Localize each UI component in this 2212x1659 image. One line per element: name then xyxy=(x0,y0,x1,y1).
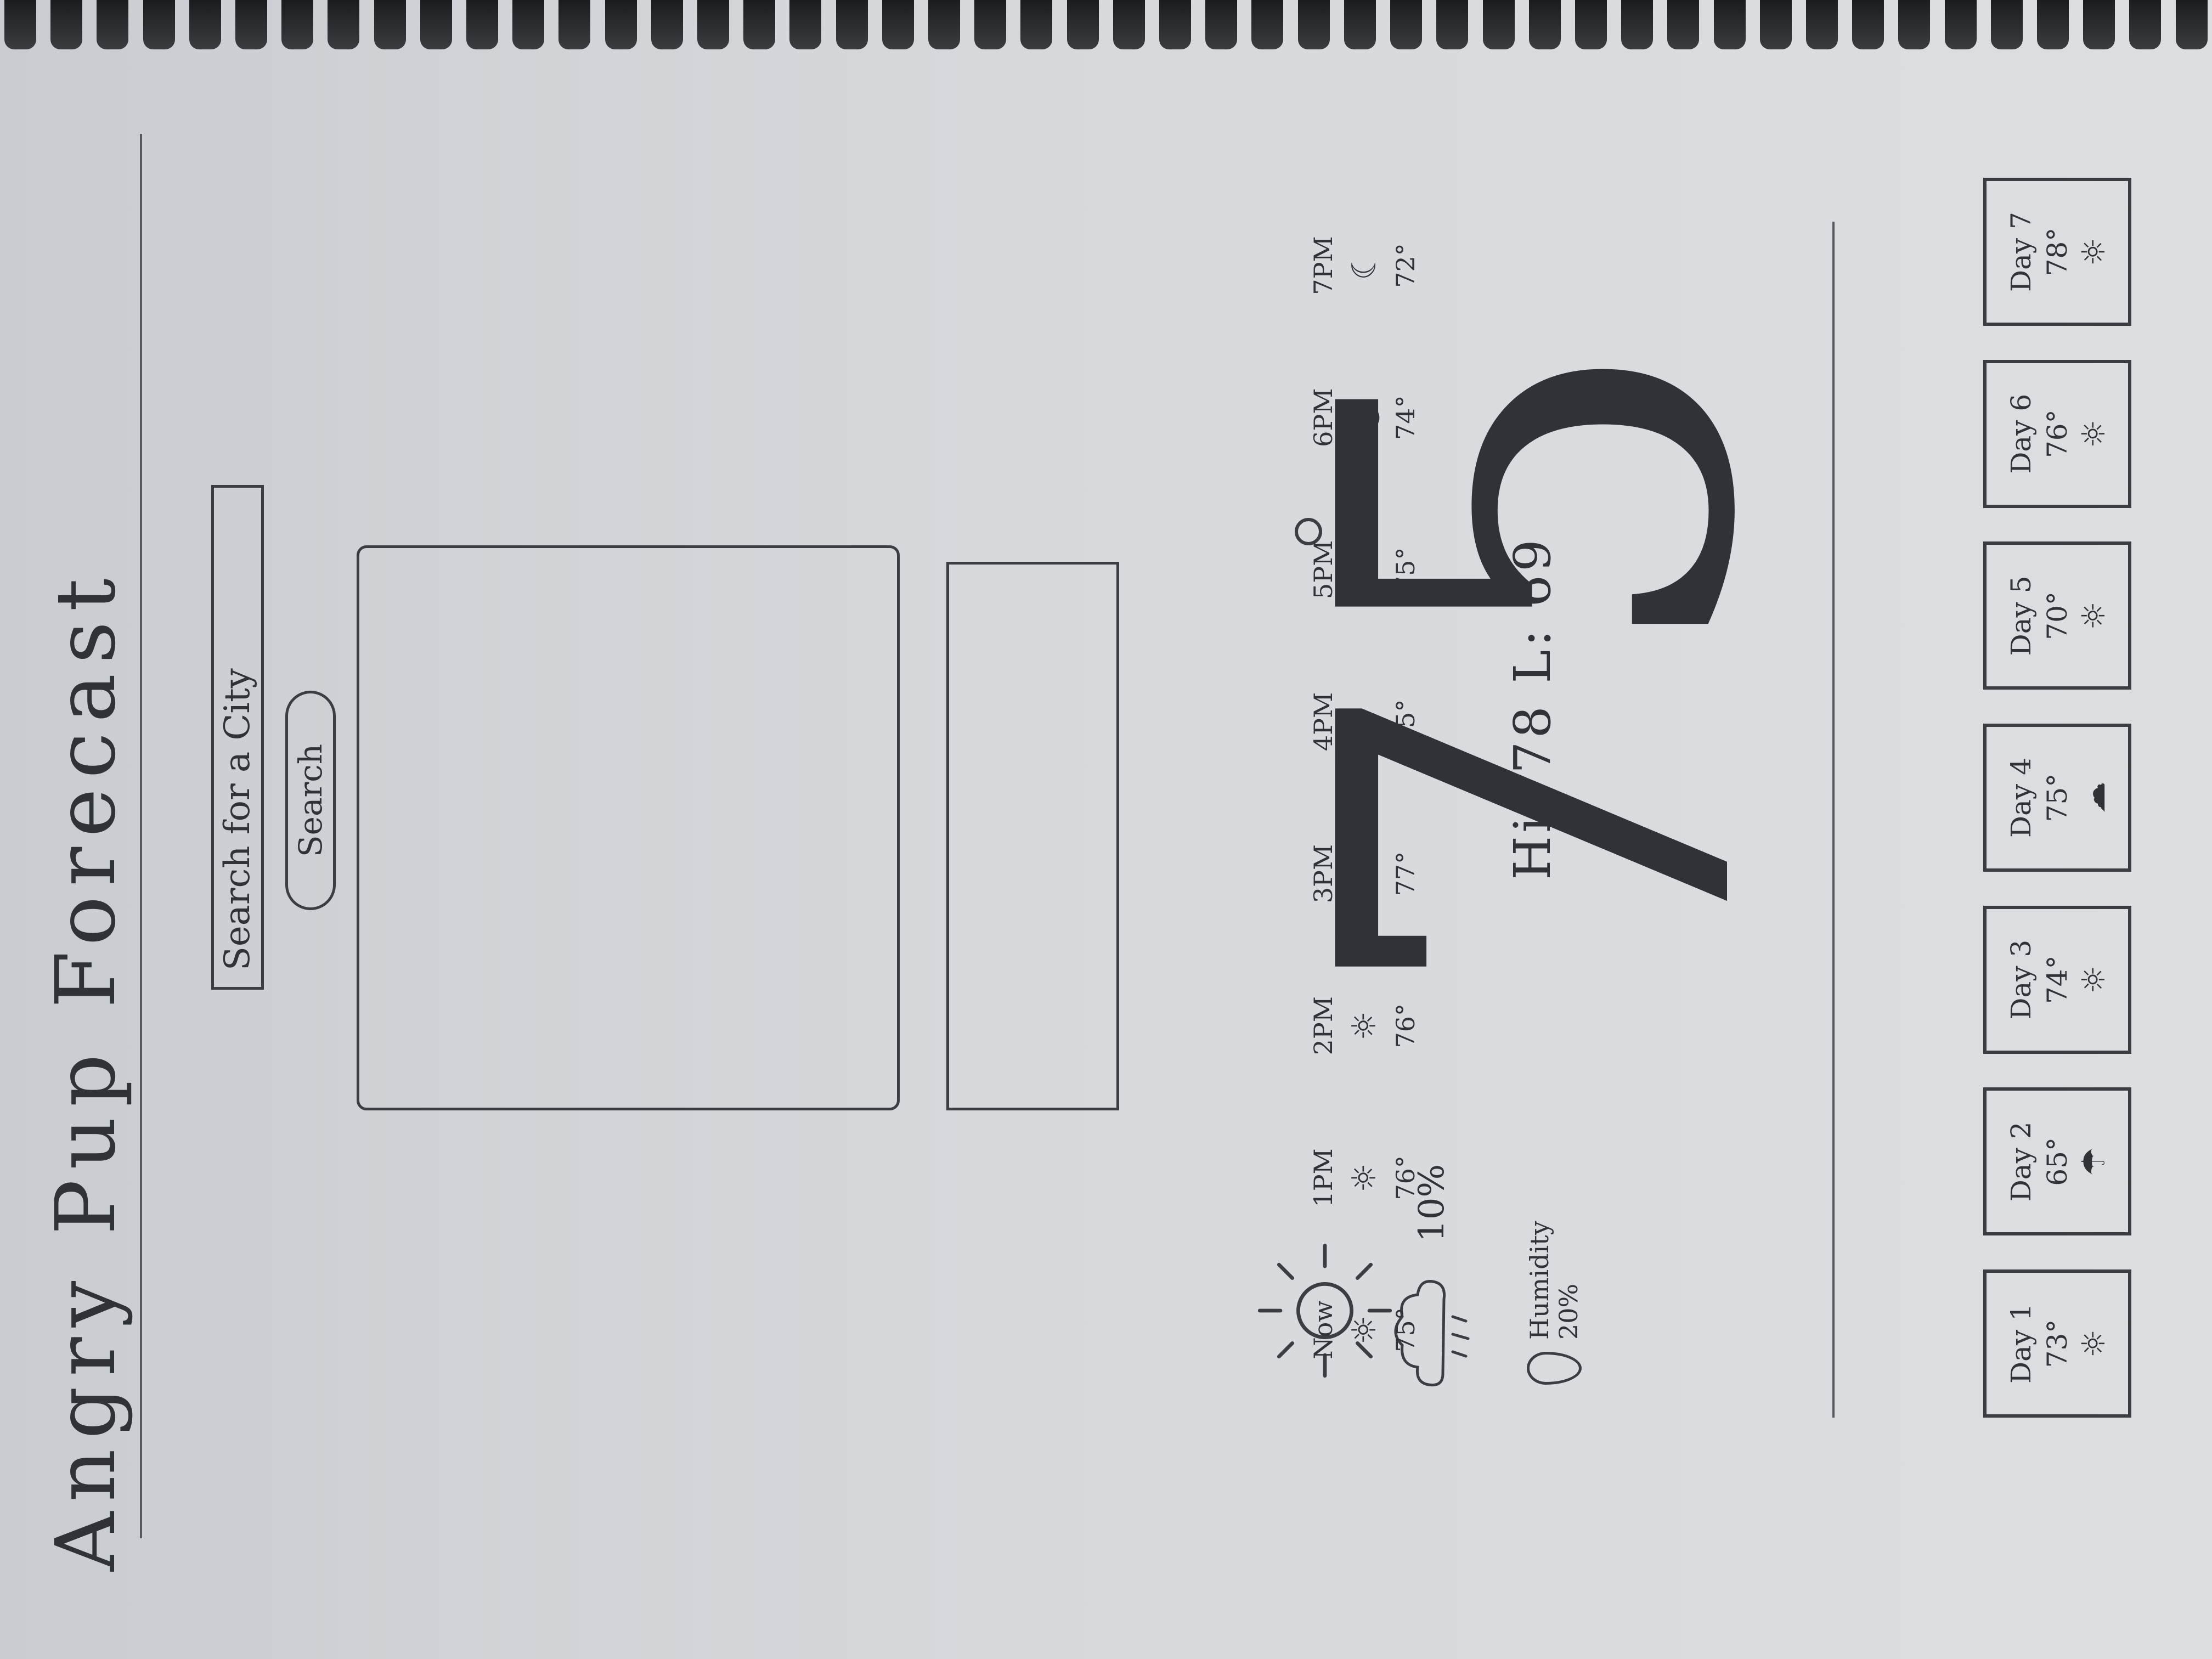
hourly-item: Now ☼ 75° xyxy=(1308,1286,1420,1374)
day-card[interactable]: Day 5 70° ☼ xyxy=(1983,541,2131,690)
day-label: Day 7 xyxy=(2005,212,2037,292)
search-button[interactable]: Search xyxy=(285,691,336,910)
hour-time: Now xyxy=(1308,1300,1338,1359)
sun-icon: ☼ xyxy=(2075,601,2112,630)
sun-icon: ☼ xyxy=(1345,1163,1384,1193)
hour-temp: 75° xyxy=(1391,699,1420,744)
app-title: Angry Pup Forecast xyxy=(38,568,134,1571)
day-label: Day 2 xyxy=(2005,1121,2037,1202)
sun-icon: ☼ xyxy=(1345,707,1384,737)
hourly-item: 1PM ☼ 76° xyxy=(1308,1134,1420,1222)
hour-temp: 77° xyxy=(1391,851,1420,896)
day-label: Day 3 xyxy=(2005,939,2037,1020)
hourly-forecast: Now ☼ 75° 1PM ☼ 76° 2PM ☼ 76° 3PM ☼ 77° 4PM ☼ 75° 5PM ☼ 7… xyxy=(1308,222,1420,1374)
secondary-content-panel xyxy=(946,562,1119,1110)
notebook-page: Angry Pup Forecast Search for a City Sea… xyxy=(0,0,2212,1659)
humidity-row: Humidity 20% xyxy=(1525,1221,1583,1385)
humidity-label: Humidity xyxy=(1525,1221,1554,1340)
hourly-item: 2PM ☼ 76° xyxy=(1308,982,1420,1070)
cloud-icon: ☁ xyxy=(2075,782,2112,814)
wireframe-canvas: Angry Pup Forecast Search for a City Sea… xyxy=(0,0,2212,1659)
daily-forecast: Day 1 73° ☼ Day 2 65° ☂ Day 3 74° ☼ Day 4 75° ☁ Day … xyxy=(1983,178,2131,1418)
day-temp: 75° xyxy=(2041,773,2073,822)
hour-time: 2PM xyxy=(1308,996,1338,1056)
hourly-item: 3PM ☼ 77° xyxy=(1308,830,1420,918)
moon-icon: ☾ xyxy=(1345,251,1384,280)
hour-time: 5PM xyxy=(1308,540,1338,599)
hour-temp: 75° xyxy=(1391,547,1420,592)
day-card[interactable]: Day 3 74° ☼ xyxy=(1983,905,2131,1054)
hour-time: 1PM xyxy=(1308,1148,1338,1207)
day-temp: 74° xyxy=(2041,955,2073,1004)
title-divider xyxy=(140,134,142,1538)
sun-icon: ☼ xyxy=(1345,555,1384,585)
day-label: Day 5 xyxy=(2005,575,2037,656)
sunset-icon: ◓ xyxy=(1345,403,1384,432)
day-temp: 70° xyxy=(2041,591,2073,640)
day-card[interactable]: Day 2 65° ☂ xyxy=(1983,1087,2131,1236)
hour-temp: 76° xyxy=(1391,1155,1420,1200)
hour-time: 7PM xyxy=(1308,236,1338,295)
rain-cloud-icon: ☂ xyxy=(2075,1147,2112,1176)
hourly-item: 5PM ☼ 75° xyxy=(1308,526,1420,613)
day-label: Day 4 xyxy=(2005,758,2037,838)
water-drop-icon xyxy=(1526,1352,1582,1385)
hour-temp: 76° xyxy=(1391,1003,1420,1048)
day-temp: 78° xyxy=(2041,227,2073,276)
hour-time: 6PM xyxy=(1308,388,1338,447)
sun-icon: ☼ xyxy=(2075,1329,2112,1358)
hour-temp: 75° xyxy=(1391,1307,1420,1352)
sun-icon: ☼ xyxy=(2075,238,2112,267)
hourly-item: 4PM ☼ 75° xyxy=(1308,678,1420,765)
day-temp: 76° xyxy=(2041,409,2073,459)
day-label: Day 6 xyxy=(2005,393,2037,474)
city-search-input[interactable] xyxy=(211,485,264,990)
day-card[interactable]: Day 4 75° ☁ xyxy=(1983,724,2131,872)
day-label: Day 1 xyxy=(2005,1304,2037,1384)
hour-temp: 72° xyxy=(1391,243,1420,288)
day-temp: 65° xyxy=(2041,1137,2073,1186)
day-card[interactable]: Day 6 76° ☼ xyxy=(1983,359,2131,508)
humidity-value: 20% xyxy=(1553,1283,1583,1340)
hourly-item: 7PM ☾ 72° xyxy=(1308,222,1420,309)
sun-icon: ☼ xyxy=(1345,1315,1384,1345)
main-content-panel xyxy=(357,545,900,1110)
day-card[interactable]: Day 1 73° ☼ xyxy=(1983,1269,2131,1418)
hourly-item: 6PM ◓ 74° xyxy=(1308,374,1420,461)
day-temp: 73° xyxy=(2041,1319,2073,1368)
sun-icon: ☼ xyxy=(2075,419,2112,448)
sun-icon: ☼ xyxy=(1345,859,1384,889)
hour-time: 4PM xyxy=(1308,692,1338,752)
hi-lo-temperature: Hi: 78 L: 69 xyxy=(1503,536,1562,880)
sun-icon: ☼ xyxy=(2075,965,2112,994)
hour-time: 3PM xyxy=(1308,844,1338,904)
sun-icon: ☼ xyxy=(1345,1011,1384,1041)
day-card[interactable]: Day 7 78° ☼ xyxy=(1983,178,2131,326)
hour-temp: 74° xyxy=(1391,395,1420,440)
hourly-divider xyxy=(1832,222,1835,1418)
